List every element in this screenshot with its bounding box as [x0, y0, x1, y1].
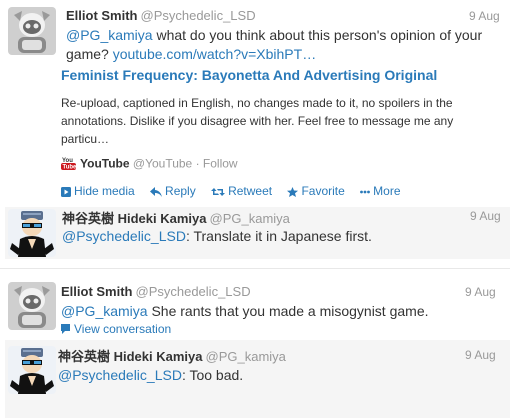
avatar-kamiya-image	[8, 346, 56, 394]
mention-link[interactable]: @PG_kamiya	[61, 303, 148, 319]
card-source-name[interactable]: YouTube	[80, 157, 130, 171]
tweet-1[interactable]: Elliot Smith @Psychedelic_LSD 9 Aug @PG_k…	[0, 0, 510, 207]
tweet-text-body: She rants that you made a misogynist gam…	[147, 303, 429, 319]
author-name[interactable]: 神谷英樹 Hideki Kamiya	[58, 349, 203, 364]
tweet-text: @PG_kamiya what do you think about this …	[66, 26, 506, 64]
conversation-icon	[61, 324, 70, 334]
hide-media-label: Hide media	[74, 184, 135, 198]
more-icon	[360, 190, 371, 194]
reply-label: Reply	[165, 184, 196, 198]
favorite-icon	[287, 187, 299, 197]
timestamp[interactable]: 9 Aug	[469, 9, 500, 23]
retweet-label: Retweet	[228, 184, 273, 198]
author-name[interactable]: Elliot Smith	[66, 8, 138, 23]
avatar-elliot[interactable]	[8, 7, 56, 55]
avatar-kamiya[interactable]	[8, 209, 56, 257]
favorite-label: Favorite	[301, 184, 345, 198]
timestamp[interactable]: 9 Aug	[465, 348, 496, 362]
mention-link[interactable]: @Psychedelic_LSD	[62, 228, 186, 244]
tweet-text-body: : Too bad.	[181, 367, 244, 383]
follow-link[interactable]: Follow	[203, 157, 238, 171]
card-source: You Tube YouTube @YouTube · Follow	[61, 156, 238, 173]
separator-dot: ·	[195, 156, 200, 171]
tweet-actions: Hide media Reply Retweet Favorite More	[61, 184, 413, 198]
tweet-4[interactable]: 神谷英樹 Hideki Kamiya @PG_kamiya 9 Aug @Psyc…	[5, 340, 510, 418]
view-conversation-link[interactable]: View conversation	[61, 322, 171, 336]
more-button[interactable]: More	[360, 184, 401, 198]
avatar-kamiya[interactable]	[8, 346, 56, 394]
media-icon	[61, 187, 71, 197]
tweet-text-body: : Translate it in Japanese first.	[185, 228, 372, 244]
card-source-handle[interactable]: @YouTube	[133, 157, 192, 171]
reply-icon	[150, 187, 163, 197]
avatar-elliot-image	[8, 282, 56, 330]
tweet-3[interactable]: Elliot Smith @Psychedelic_LSD 9 Aug @PG_k…	[0, 280, 510, 340]
retweet-icon	[211, 188, 226, 196]
reply-button[interactable]: Reply	[150, 184, 196, 198]
retweet-button[interactable]: Retweet	[211, 184, 272, 198]
tweet-text: @Psychedelic_LSD: Too bad.	[58, 366, 498, 385]
tweet-text-line2: game?	[66, 46, 113, 62]
author-handle[interactable]: @PG_kamiya	[210, 211, 290, 226]
tweet-2[interactable]: 神谷英樹 Hideki Kamiya @PG_kamiya 9 Aug @Psyc…	[5, 207, 510, 259]
divider	[0, 268, 510, 269]
mention-link[interactable]: @PG_kamiya	[66, 27, 153, 43]
mention-link[interactable]: @Psychedelic_LSD	[58, 367, 182, 383]
svg-text:Tube: Tube	[63, 165, 77, 171]
card-description: Re-upload, captioned in English, no chan…	[61, 96, 454, 146]
view-conversation-label: View conversation	[74, 322, 172, 336]
card-title[interactable]: Feminist Frequency: Bayonetta And Advert…	[61, 67, 437, 83]
avatar-elliot[interactable]	[8, 282, 56, 330]
author-name[interactable]: 神谷英樹 Hideki Kamiya	[62, 211, 207, 226]
tweet-text: @PG_kamiya She rants that you made a mis…	[61, 302, 501, 321]
tweet-text-line1: what do you think about this person's op…	[152, 27, 483, 43]
timestamp[interactable]: 9 Aug	[470, 209, 501, 223]
tweet-text: @Psychedelic_LSD: Translate it in Japane…	[62, 227, 502, 246]
author-handle[interactable]: @Psychedelic_LSD	[141, 8, 256, 23]
avatar-kamiya-image	[8, 209, 56, 257]
hide-media-button[interactable]: Hide media	[61, 184, 135, 198]
author-handle[interactable]: @PG_kamiya	[206, 349, 286, 364]
timestamp[interactable]: 9 Aug	[465, 285, 496, 299]
avatar-elliot-image	[8, 7, 56, 55]
author-handle[interactable]: @Psychedelic_LSD	[136, 284, 251, 299]
youtube-logo-icon: You Tube	[61, 156, 77, 173]
more-label: More	[373, 184, 401, 198]
author-name[interactable]: Elliot Smith	[61, 284, 133, 299]
favorite-button[interactable]: Favorite	[287, 184, 345, 198]
youtube-url-link[interactable]: youtube.com/watch?v=XbihPT…	[113, 46, 317, 62]
